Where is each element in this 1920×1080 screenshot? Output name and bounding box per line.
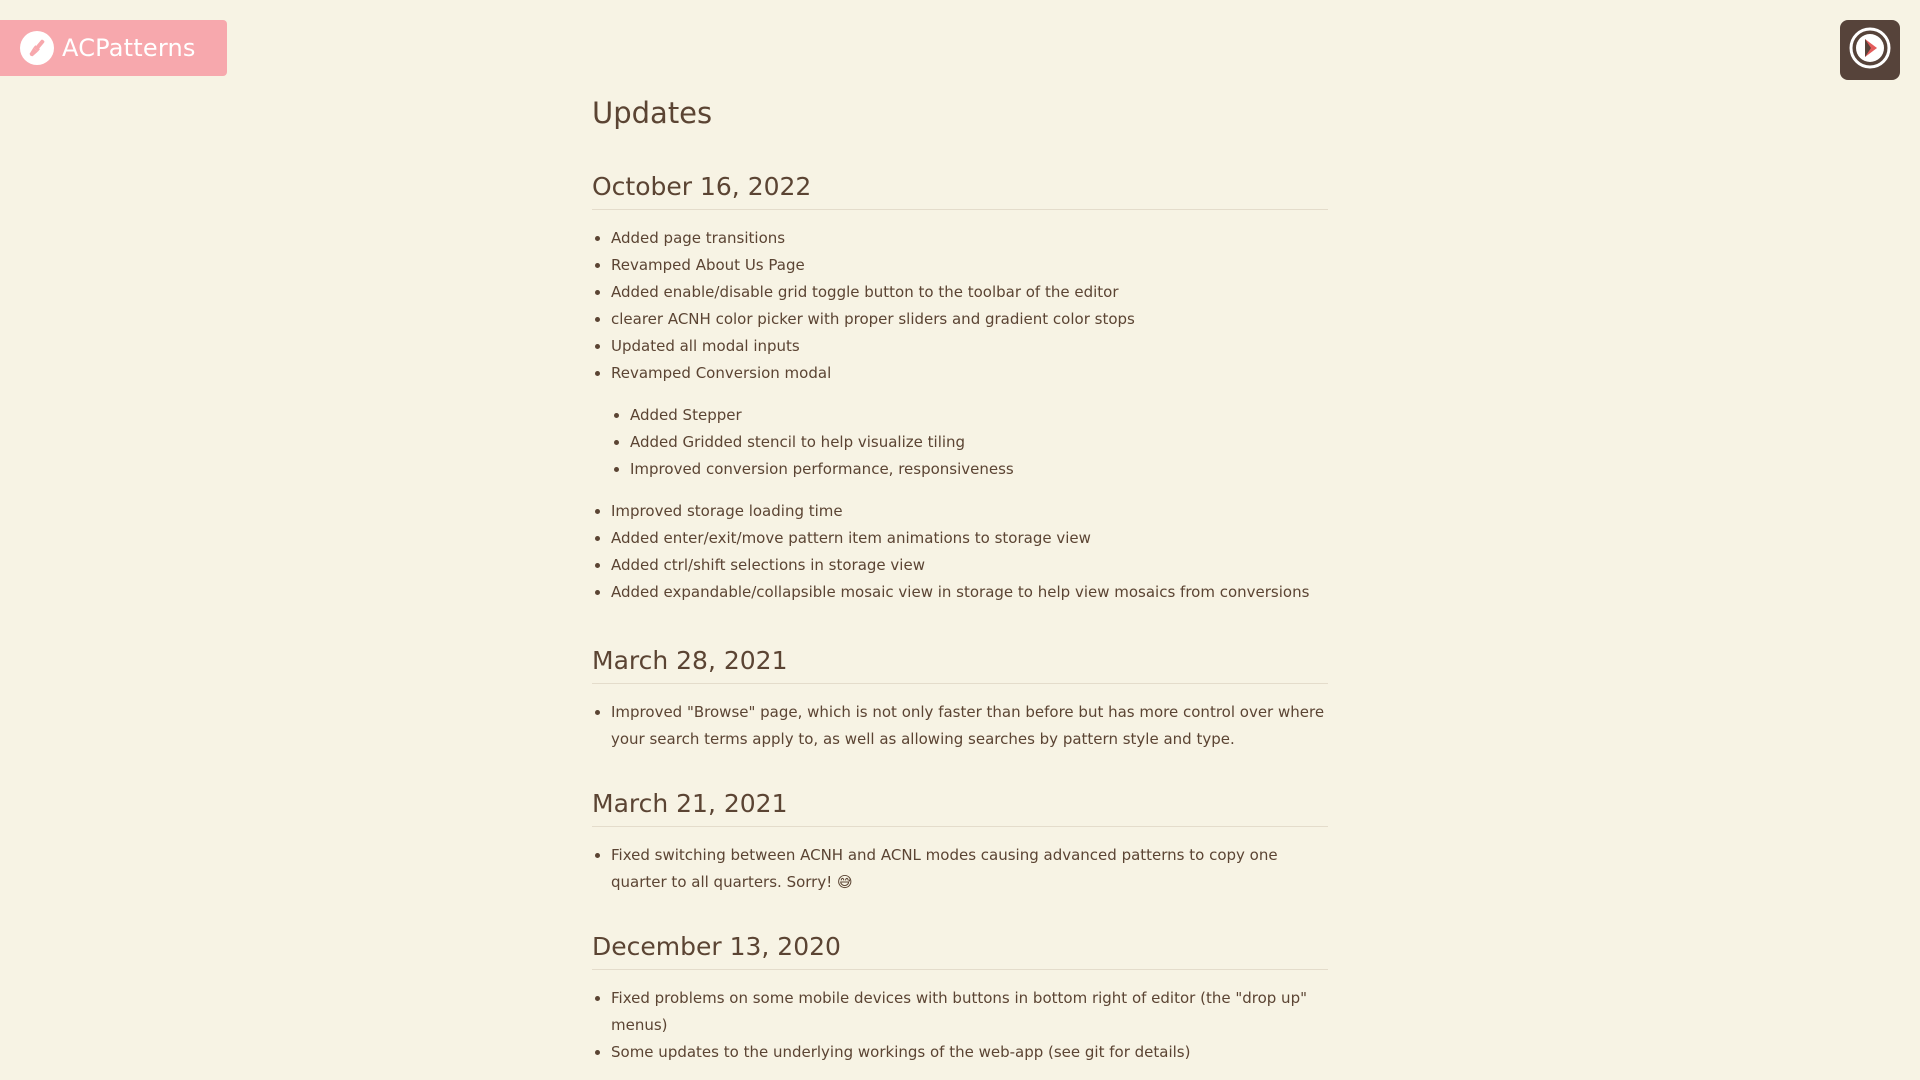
list-item: Revamped About Us Page xyxy=(611,252,1328,279)
brand-name: ACPatterns xyxy=(62,34,196,62)
nav-menu-button[interactable] xyxy=(1840,20,1900,80)
list-item: Improved storage loading time xyxy=(611,498,1328,525)
brush-icon xyxy=(20,31,54,65)
update-list: Fixed problems on some mobile devices wi… xyxy=(592,985,1328,1066)
update-list: Improved storage loading time Added ente… xyxy=(592,498,1328,606)
list-item: Updated all modal inputs xyxy=(611,333,1328,360)
list-item: Fixed switching between ACNH and ACNL mo… xyxy=(611,842,1328,896)
compass-icon xyxy=(1848,26,1892,74)
sub-list: Added Stepper Added Gridded stencil to h… xyxy=(611,402,1328,483)
section-date: October 16, 2022 xyxy=(592,171,1328,210)
update-list: Added page transitions Revamped About Us… xyxy=(592,225,1328,387)
update-section: March 28, 2021 Improved "Browse" page, w… xyxy=(592,645,1328,753)
list-item: clearer ACNH color picker with proper sl… xyxy=(611,306,1328,333)
section-date: December 13, 2020 xyxy=(592,931,1328,970)
update-section: October 16, 2022 Added page transitions … xyxy=(592,171,1328,606)
list-item: Added ctrl/shift selections in storage v… xyxy=(611,552,1328,579)
list-item: Some updates to the underlying workings … xyxy=(611,1039,1328,1066)
update-list: Fixed switching between ACNH and ACNL mo… xyxy=(592,842,1328,896)
section-date: March 21, 2021 xyxy=(592,788,1328,827)
list-item: Added Gridded stencil to help visualize … xyxy=(630,429,1328,456)
list-item: Added enter/exit/move pattern item anima… xyxy=(611,525,1328,552)
update-section: March 21, 2021 Fixed switching between A… xyxy=(592,788,1328,896)
list-item: Added enable/disable grid toggle button … xyxy=(611,279,1328,306)
list-item: Fixed problems on some mobile devices wi… xyxy=(611,985,1328,1039)
list-item: Added Stepper xyxy=(630,402,1328,429)
list-item: Improved "Browse" page, which is not onl… xyxy=(611,699,1328,753)
list-item: Added expandable/collapsible mosaic view… xyxy=(611,579,1328,606)
home-logo-button[interactable]: ACPatterns xyxy=(0,20,227,76)
section-date: March 28, 2021 xyxy=(592,645,1328,684)
update-section: December 13, 2020 Fixed problems on some… xyxy=(592,931,1328,1066)
list-item: Revamped Conversion modal xyxy=(611,360,1328,387)
page-title: Updates xyxy=(592,96,713,130)
list-item: Improved conversion performance, respons… xyxy=(630,456,1328,483)
list-item: Added page transitions xyxy=(611,225,1328,252)
update-list: Improved "Browse" page, which is not onl… xyxy=(592,699,1328,753)
